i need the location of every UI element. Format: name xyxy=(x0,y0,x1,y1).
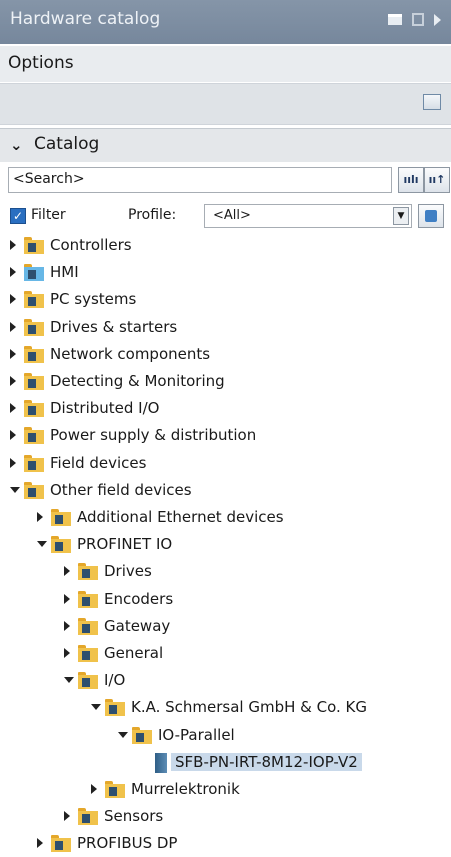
tree-node-label: PC systems xyxy=(50,290,137,309)
chevron-down-icon: ⌄ xyxy=(10,136,23,154)
profile-settings-icon xyxy=(425,210,437,222)
folder-icon xyxy=(78,590,98,608)
options-view-button[interactable] xyxy=(423,94,441,110)
catalog-label: Catalog xyxy=(34,134,100,154)
folder-icon xyxy=(24,345,44,363)
folder-icon xyxy=(105,699,125,717)
profile-settings-button[interactable] xyxy=(418,204,444,228)
tree-node-label: HMI xyxy=(50,263,79,282)
folder-icon xyxy=(78,617,98,635)
panel-titlebar: Hardware catalog xyxy=(0,0,451,44)
catalog-section-header[interactable]: ⌄ Catalog xyxy=(0,128,451,162)
tree-node-label: Power supply & distribution xyxy=(50,426,257,445)
expanded-arrow-icon[interactable] xyxy=(10,486,20,493)
panel-title: Hardware catalog xyxy=(10,9,161,29)
collapsed-arrow-icon[interactable] xyxy=(10,457,16,468)
profile-label: Profile: xyxy=(128,207,177,223)
folder-icon xyxy=(78,645,98,662)
filter-label: Filter xyxy=(31,207,66,223)
tree-node-label: Murrelektronik xyxy=(131,780,240,798)
profile-select[interactable]: <All> ▼ xyxy=(204,204,412,228)
tree-node-label: Drives xyxy=(104,562,152,581)
tree-node-label: SFB-PN-IRT-8M12-IOP-V2 xyxy=(171,752,362,771)
tree-node-label: Other field devices xyxy=(50,480,192,499)
folder-icon xyxy=(105,781,125,798)
folder-icon xyxy=(51,536,71,554)
search-up-icon: ıı↑ xyxy=(428,173,446,186)
folder-icon xyxy=(24,318,44,336)
expanded-arrow-icon[interactable] xyxy=(37,541,47,548)
tree-node-label: K.A. Schmersal GmbH & Co. KG xyxy=(131,698,368,717)
collapsed-arrow-icon[interactable] xyxy=(64,593,70,604)
collapsed-arrow-icon[interactable] xyxy=(37,838,43,849)
folder-icon xyxy=(24,427,44,445)
dropdown-arrow-icon[interactable]: ▼ xyxy=(393,207,409,225)
tree-node-label: Sensors xyxy=(104,807,164,826)
folder-icon xyxy=(24,264,44,282)
folder-icon xyxy=(51,835,71,853)
collapsed-arrow-icon[interactable] xyxy=(10,321,16,332)
collapsed-arrow-icon[interactable] xyxy=(10,430,16,441)
folder-icon xyxy=(132,726,152,744)
options-section-header[interactable]: Options xyxy=(0,46,451,82)
tree-node-label: I/O xyxy=(104,671,126,690)
folder-icon xyxy=(24,237,44,254)
collapsed-arrow-icon[interactable] xyxy=(10,267,16,278)
tree-node-label: PROFIBUS DP xyxy=(77,834,178,853)
tree-node-label: General xyxy=(104,644,164,662)
tree-node-label: Encoders xyxy=(104,589,174,608)
folder-icon xyxy=(24,291,44,309)
folder-icon xyxy=(51,509,71,526)
profile-select-value: <All> xyxy=(213,208,251,223)
options-toolbar xyxy=(0,83,451,125)
search-down-button[interactable]: ıılı xyxy=(398,167,424,193)
device-module-icon xyxy=(155,752,167,773)
folder-icon xyxy=(78,563,98,581)
collapsed-arrow-icon[interactable] xyxy=(10,240,16,250)
tree-node-label: Gateway xyxy=(104,616,171,635)
expanded-arrow-icon[interactable] xyxy=(118,731,128,738)
collapsed-arrow-icon[interactable] xyxy=(64,620,70,631)
tree-node-label: Field devices xyxy=(50,453,147,472)
folder-icon xyxy=(24,454,44,472)
tree-node-label: IO-Parallel xyxy=(158,725,235,744)
filter-row: ✓ Filter Profile: <All> ▼ xyxy=(0,204,451,232)
folder-icon xyxy=(78,808,98,826)
filter-checkbox[interactable]: ✓ xyxy=(10,208,26,224)
tree-node-label: PROFINET IO xyxy=(77,535,173,554)
tree-node-label: Distributed I/O xyxy=(50,399,160,418)
search-input-value: <Search> xyxy=(13,171,85,187)
options-label: Options xyxy=(8,53,74,73)
folder-icon xyxy=(24,400,44,418)
collapsed-arrow-icon[interactable] xyxy=(37,512,43,522)
search-up-button[interactable]: ıı↑ xyxy=(424,167,450,193)
collapsed-arrow-icon[interactable] xyxy=(64,566,70,577)
collapsed-arrow-icon[interactable] xyxy=(10,348,16,359)
pin-panel-icon[interactable] xyxy=(412,13,424,26)
folder-icon xyxy=(24,481,44,499)
expanded-arrow-icon[interactable] xyxy=(64,677,74,684)
collapsed-arrow-icon[interactable] xyxy=(64,811,70,822)
tree-node-label: Controllers xyxy=(50,236,132,254)
expanded-arrow-icon[interactable] xyxy=(91,704,101,711)
tree-node-label: Additional Ethernet devices xyxy=(77,508,284,526)
collapsed-arrow-icon[interactable] xyxy=(10,403,16,414)
collapsed-arrow-icon[interactable] xyxy=(10,294,16,305)
float-window-icon[interactable] xyxy=(388,14,402,25)
tree-node-label: Network components xyxy=(50,344,211,363)
catalog-search-input[interactable]: <Search> xyxy=(8,167,392,193)
collapsed-arrow-icon[interactable] xyxy=(91,784,97,794)
tree-node-label: Detecting & Monitoring xyxy=(50,372,225,390)
collapsed-arrow-icon[interactable] xyxy=(10,376,16,386)
collapse-panel-arrow-icon[interactable] xyxy=(434,13,441,26)
folder-icon xyxy=(24,373,44,390)
search-down-icon: ıılı xyxy=(403,173,419,186)
tree-node-label: Drives & starters xyxy=(50,317,178,336)
folder-icon xyxy=(78,672,98,690)
collapsed-arrow-icon[interactable] xyxy=(64,648,70,658)
